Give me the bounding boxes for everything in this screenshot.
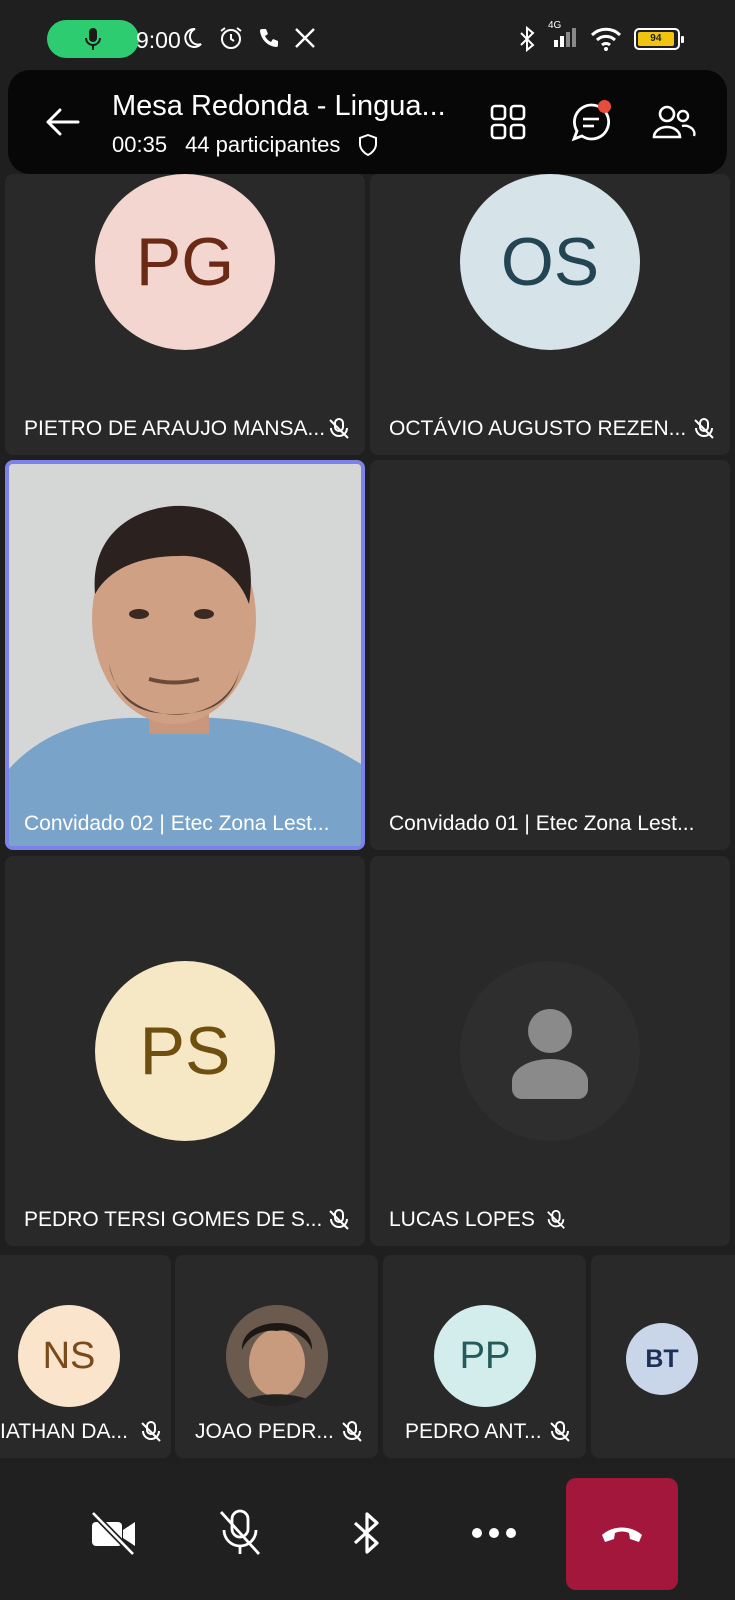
person-video-frame [9, 464, 361, 846]
active-mic-indicator[interactable] [47, 20, 139, 58]
chat-button[interactable] [565, 96, 617, 148]
signal-indicator: 4G [548, 20, 578, 53]
participant-tile-small[interactable]: JOAO PEDR... [175, 1255, 378, 1458]
avatar [460, 961, 640, 1141]
participant-count: 44 participantes [185, 132, 341, 157]
wifi-icon [590, 27, 622, 51]
grid-icon [490, 104, 526, 140]
participant-name: LUCAS LOPES [389, 1208, 567, 1232]
participant-name: PIETRO DE ARAUJO MANSA... [24, 417, 326, 440]
battery-level: 94 [638, 31, 674, 46]
call-toolbar [0, 1463, 735, 1600]
meeting-title: Mesa Redonda - Lingua... [112, 90, 446, 122]
camera-toggle-button[interactable] [84, 1503, 144, 1563]
avatar: OS [460, 174, 640, 350]
meeting-info: 00:35 44 participantes [112, 132, 378, 158]
profile-photo [226, 1305, 328, 1407]
participant-tile-small[interactable]: PP PEDRO ANT... [383, 1255, 586, 1458]
participant-tile[interactable]: LUCAS LOPES [370, 856, 730, 1246]
participant-name: IATHAN DA... [0, 1420, 128, 1443]
more-options-button[interactable] [464, 1503, 524, 1563]
mic-off-icon [219, 1509, 261, 1555]
participant-tile[interactable]: OS OCTÁVIO AUGUSTO REZEN... [370, 174, 730, 455]
meeting-header: Mesa Redonda - Lingua... 00:35 44 partic… [8, 70, 727, 174]
shield-icon [359, 134, 378, 156]
participant-tile-small[interactable]: BT [591, 1255, 735, 1458]
avatar: PP [434, 1305, 536, 1407]
mic-off-icon [547, 1209, 565, 1229]
chat-notification-dot [598, 100, 611, 113]
battery-icon: 94 [634, 27, 684, 50]
participant-tile[interactable]: PS PEDRO TERSI GOMES DE S... [5, 856, 365, 1246]
more-horizontal-icon [472, 1528, 516, 1538]
people-icon [652, 105, 696, 139]
microphone-icon [85, 28, 101, 50]
mic-off-icon [694, 418, 714, 439]
status-bar: 9:00 4G 94 [0, 0, 735, 80]
avatar: PS [95, 961, 275, 1141]
status-time: 9:00 [136, 27, 181, 53]
avatar: BT [626, 1323, 698, 1395]
participant-name: JOAO PEDR... [195, 1420, 334, 1443]
mic-off-icon [329, 1209, 349, 1230]
avatar: NS [18, 1305, 120, 1407]
mic-toggle-button[interactable] [210, 1503, 270, 1563]
participant-name: Convidado 02 | Etec Zona Lest... [24, 812, 330, 835]
video-off-icon [90, 1510, 136, 1556]
avatar: PG [95, 174, 275, 350]
end-call-button[interactable] [566, 1478, 678, 1590]
participant-name: OCTÁVIO AUGUSTO REZEN... [389, 417, 687, 440]
network-type: 4G [548, 20, 562, 31]
arrow-left-icon [46, 108, 80, 136]
mic-off-icon [550, 1421, 570, 1442]
bluetooth-icon [520, 25, 535, 52]
participant-video [9, 464, 361, 846]
participant-tile[interactable]: PG PIETRO DE ARAUJO MANSA... [5, 174, 365, 455]
phone-icon [260, 29, 278, 47]
back-button[interactable] [40, 100, 84, 144]
avatar-initials: OS [500, 224, 600, 300]
avatar-initials: PP [459, 1334, 511, 1377]
avatar-initials: PS [139, 1013, 231, 1089]
participant-name: Convidado 01 | Etec Zona Lest... [389, 812, 695, 835]
moon-icon [184, 27, 202, 48]
participants-button[interactable] [648, 96, 700, 148]
x-logo-icon [295, 28, 315, 48]
bluetooth-icon [353, 1512, 379, 1554]
mic-off-icon [342, 1421, 362, 1442]
participant-name: PEDRO TERSI GOMES DE S... [24, 1208, 323, 1231]
audio-device-button[interactable] [337, 1503, 397, 1563]
alarm-icon [220, 27, 242, 49]
avatar-initials: PG [135, 224, 235, 300]
participant-video-tile[interactable]: Convidado 02 | Etec Zona Lest... [5, 460, 365, 850]
avatar-initials: BT [645, 1344, 679, 1373]
mic-off-icon [141, 1421, 161, 1442]
participant-tile-small[interactable]: NS IATHAN DA... [0, 1255, 171, 1458]
participant-name: PEDRO ANT... [405, 1420, 542, 1443]
participant-tile[interactable]: Convidado 01 | Etec Zona Lest... [370, 460, 730, 850]
person-placeholder-icon [512, 1009, 588, 1099]
avatar-photo [226, 1305, 328, 1407]
mic-off-icon [329, 418, 349, 439]
avatar-initials: NS [42, 1334, 96, 1377]
phone-hangup-icon [602, 1527, 642, 1542]
meeting-duration: 00:35 [112, 132, 168, 157]
layout-button[interactable] [482, 96, 534, 148]
